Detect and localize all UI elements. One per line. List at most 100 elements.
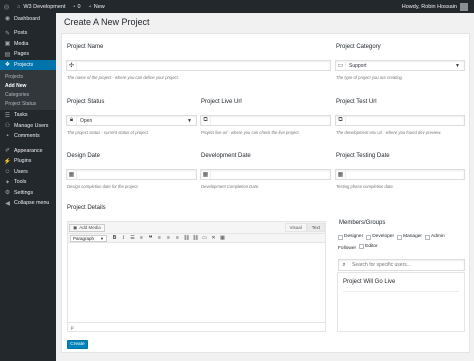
blockquote-icon[interactable]: ❝ — [146, 234, 155, 242]
menu-label: Appearance — [14, 147, 43, 154]
menu-comments[interactable]: ▪ Comments — [0, 131, 56, 142]
menu-media[interactable]: ▣ Media — [0, 39, 56, 50]
project-name-input[interactable]: ✣ — [66, 60, 331, 71]
menu-dashboard[interactable]: ◉ Dashboard — [0, 13, 56, 24]
checkbox-label: Editor — [365, 243, 378, 249]
numbered-list-icon[interactable]: ≡ — [137, 234, 146, 242]
design-date-input[interactable]: ▦ — [66, 169, 197, 180]
account-menu[interactable]: Howdy, Robin Hossain — [398, 0, 474, 13]
unlink-icon[interactable]: ⛓ — [191, 234, 200, 242]
users-icon: ⚇ — [4, 123, 11, 130]
menu-label: Plugins — [14, 158, 32, 165]
user-icon: ☺ — [4, 168, 11, 175]
editor-content-area[interactable] — [68, 243, 325, 322]
chevron-down-icon: ▼ — [455, 62, 460, 69]
calendar-icon: ▦ — [201, 170, 211, 179]
checkbox-admin[interactable]: Admin — [425, 233, 445, 241]
project-test-url-label: Project Test Url — [336, 99, 377, 105]
development-date-input[interactable]: ▦ — [200, 169, 331, 180]
project-category-select[interactable]: ▭ Support ▼ — [335, 60, 465, 71]
menu-tasks[interactable]: ☰ Tasks — [0, 110, 56, 121]
avatar — [460, 2, 468, 11]
submenu-project-status[interactable]: Project Status — [0, 99, 56, 108]
editor-tabs: Visual Text — [284, 223, 325, 232]
submenu-add-new[interactable]: Add New — [0, 81, 56, 90]
checkbox-box — [366, 234, 372, 240]
menu-label: Media — [14, 40, 29, 47]
projects-icon: ❖ — [4, 62, 11, 69]
project-test-url-input[interactable]: ⧉ — [335, 115, 465, 126]
editor-status-bar: p — [68, 322, 325, 331]
align-right-icon[interactable]: ≡ — [173, 234, 182, 242]
checkbox-designer[interactable]: Designer — [338, 233, 363, 241]
menu-settings[interactable]: ⚙ Settings — [0, 188, 56, 199]
add-media-button[interactable]: ▣ Add Media — [69, 223, 105, 232]
design-date-hint: Design completion date for the project. — [67, 184, 139, 189]
media-icon: ▣ — [73, 224, 78, 230]
toolbar-toggle-icon[interactable]: ▦ — [218, 234, 227, 242]
submenu-categories[interactable]: Categories — [0, 90, 56, 99]
format-select[interactable]: Paragraph ▼ — [70, 234, 107, 242]
checkbox-label: Follower — [338, 246, 357, 251]
checkbox-developer[interactable]: Developer — [366, 233, 394, 241]
checkbox-box — [397, 234, 403, 240]
bullet-list-icon[interactable]: ☰ — [128, 234, 137, 242]
create-button[interactable]: Create — [67, 340, 88, 349]
menu-label: Tools — [14, 179, 27, 186]
editor-path: p — [71, 324, 74, 330]
project-category-value: Support — [349, 62, 367, 69]
comments-link[interactable]: ▪ 0 — [70, 0, 85, 13]
menu-label: Collapse menu — [14, 200, 50, 207]
testing-date-input[interactable]: ▦ — [335, 169, 465, 180]
menu-tools[interactable]: ✦ Tools — [0, 177, 56, 188]
search-placeholder: Search for specific users... — [352, 262, 411, 268]
menu-label: Manage Users — [14, 122, 49, 129]
development-date-label: Development Date — [201, 153, 251, 159]
checkbox-manager[interactable]: Manager — [397, 233, 422, 241]
member-search-input[interactable]: ⌕ Search for specific users... — [338, 259, 465, 271]
site-name-link[interactable]: ⌂ W3 Development — [13, 0, 70, 13]
menu-appearance[interactable]: ✐ Appearance — [0, 146, 56, 157]
members-label: Members/Groups — [339, 220, 386, 226]
menu-plugins[interactable]: ⚡ Plugins — [0, 156, 56, 167]
svg-text:W: W — [5, 6, 8, 9]
link-icon[interactable]: ⛓ — [182, 234, 191, 242]
italic-icon[interactable]: I — [119, 234, 128, 242]
menu-projects[interactable]: ❖ Projects — [0, 59, 56, 70]
calendar-icon: ▦ — [67, 170, 77, 179]
fullscreen-icon[interactable]: ✕ — [209, 234, 218, 242]
read-more-icon[interactable]: ▭ — [200, 234, 209, 242]
project-live-url-label: Project Live Url — [201, 99, 242, 105]
checkbox-editor[interactable]: Editor — [359, 243, 378, 251]
align-left-icon[interactable]: ≡ — [155, 234, 164, 242]
pushpin-icon: ✎ — [4, 30, 11, 37]
project-category-hint: The type of project you are creating. — [336, 75, 404, 80]
tab-text[interactable]: Text — [306, 223, 325, 232]
project-live-url-input[interactable]: ⧉ — [200, 115, 331, 126]
menu-collapse[interactable]: ◀ Collapse menu — [0, 198, 56, 209]
comments-count: 0 — [77, 3, 81, 10]
wordpress-logo-icon[interactable]: W — [0, 0, 13, 13]
tab-visual[interactable]: Visual — [284, 223, 307, 232]
menu-users[interactable]: ☺ Users — [0, 167, 56, 178]
project-category-label: Project Category — [336, 44, 381, 50]
members-groups: Members/Groups Designer Developer Manager A… — [338, 220, 466, 278]
menu-pages[interactable]: ▤ Pages — [0, 49, 56, 60]
plus-icon: + — [88, 3, 92, 10]
member-checkboxes: Designer Developer Manager Admin Follower Ed… — [338, 233, 466, 253]
lock-icon: 🔒︎ — [67, 116, 77, 125]
checkbox-follower[interactable]: Follower — [338, 245, 356, 253]
bold-icon[interactable]: B — [110, 234, 119, 242]
dashboard-icon: ◉ — [4, 16, 11, 22]
project-status-hint: The project status - current status of p… — [67, 130, 149, 135]
format-value: Paragraph — [73, 235, 95, 241]
menu-manage-users[interactable]: ⚇ Manage Users — [0, 121, 56, 132]
menu-posts[interactable]: ✎ Posts — [0, 28, 56, 39]
new-label: New — [93, 3, 105, 10]
project-live-url-hint: Project live url - where you can check t… — [201, 130, 300, 135]
new-content-link[interactable]: + New — [85, 0, 109, 13]
submenu-projects[interactable]: Projects — [0, 72, 56, 81]
project-status-select[interactable]: 🔒︎ Open ▼ — [66, 115, 197, 126]
home-icon: ⌂ — [17, 3, 21, 10]
align-center-icon[interactable]: ≡ — [164, 234, 173, 242]
